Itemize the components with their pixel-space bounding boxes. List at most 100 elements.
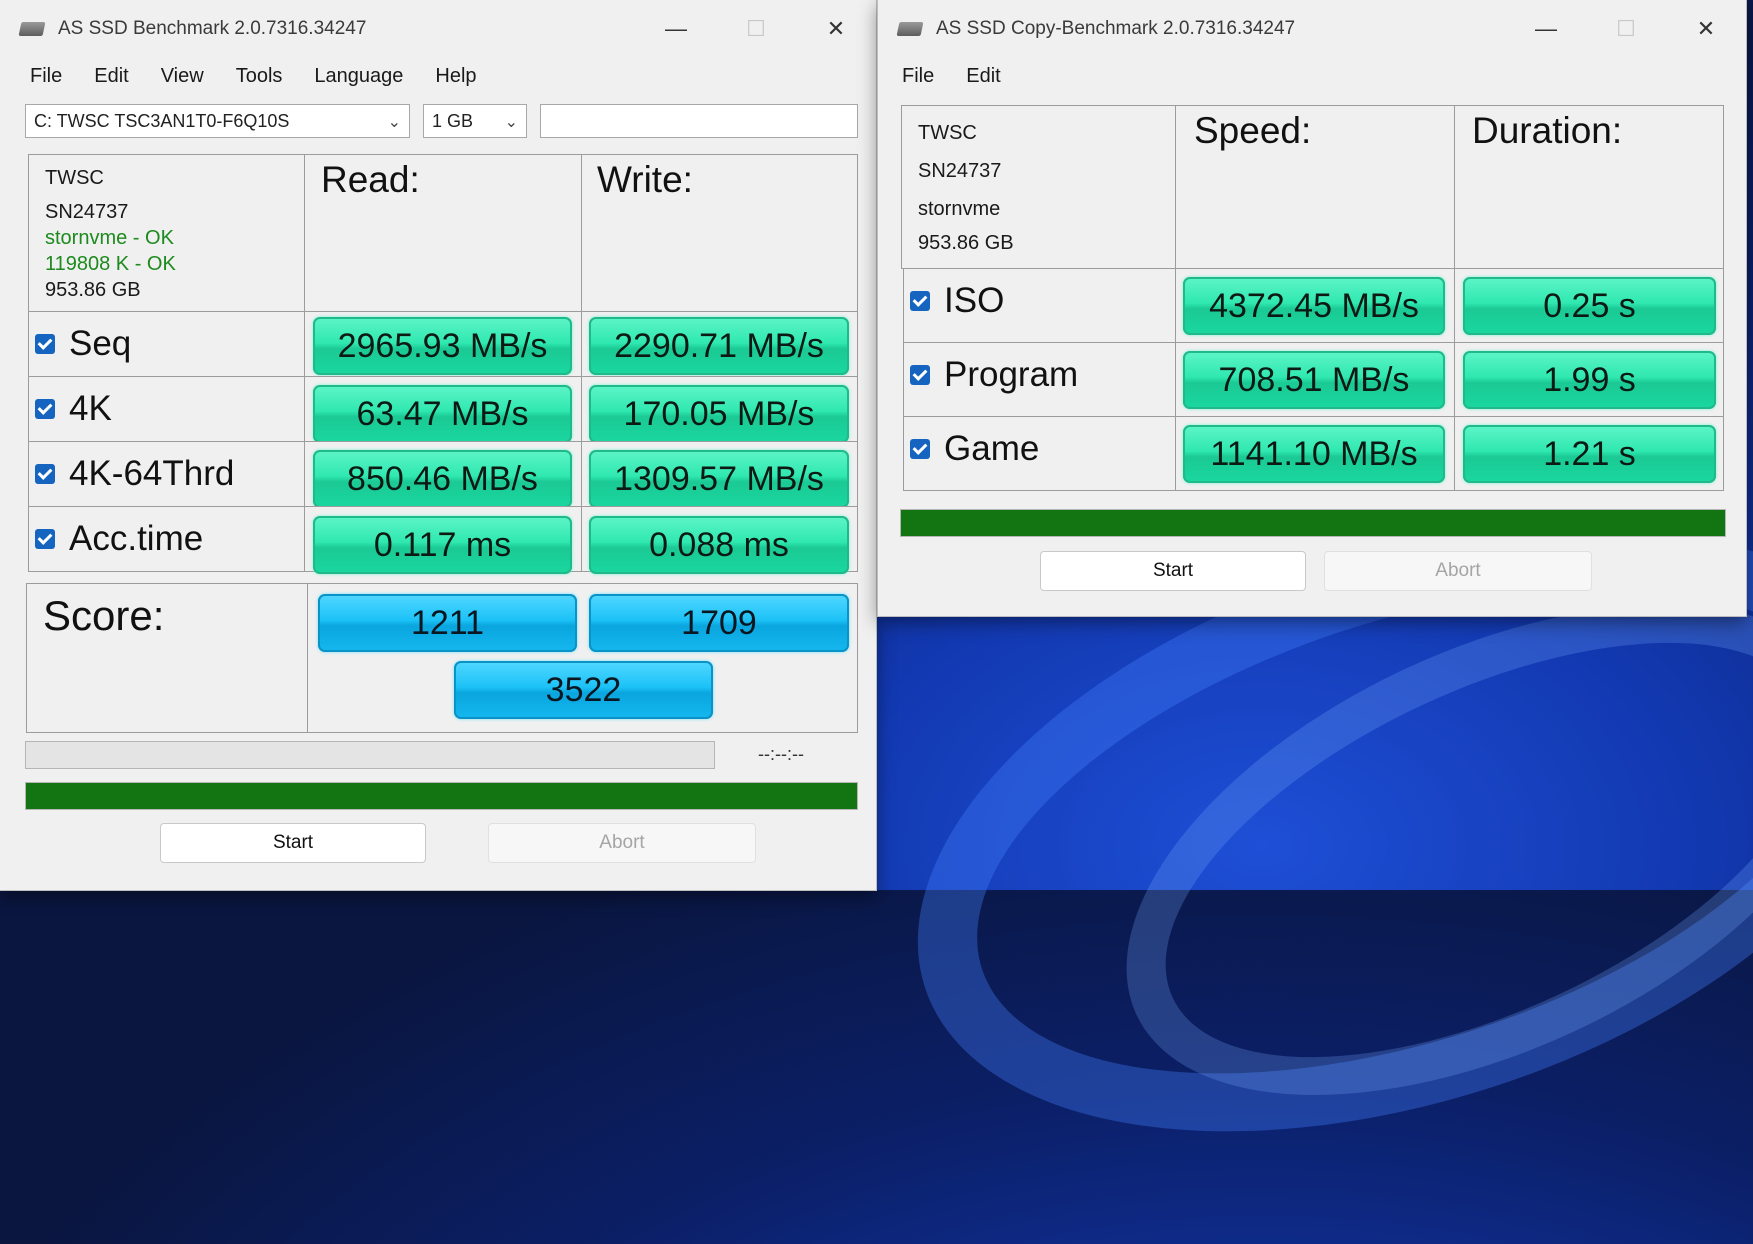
abort-button[interactable]: Abort bbox=[488, 823, 756, 863]
window-title: AS SSD Copy-Benchmark 2.0.7316.34247 bbox=[936, 18, 1296, 39]
game-speed-value: 1141.10 MB/s bbox=[1183, 425, 1445, 483]
menu-tools[interactable]: Tools bbox=[220, 65, 299, 88]
read-header-cell: Read: bbox=[304, 154, 582, 312]
drive-capacity: 953.86 GB bbox=[918, 232, 1014, 254]
row-label: Program bbox=[944, 355, 1079, 394]
row-label: Seq bbox=[69, 324, 132, 363]
copy-progress-bar bbox=[900, 509, 1726, 537]
copy-progress-fill bbox=[901, 510, 1725, 536]
alignment-status: 119808 K - OK bbox=[45, 253, 176, 275]
total-progress-fill bbox=[26, 783, 857, 809]
seq-checkbox[interactable] bbox=[35, 334, 55, 354]
read-header: Read: bbox=[321, 159, 420, 200]
menu-language[interactable]: Language bbox=[298, 65, 419, 88]
write-score: 1709 bbox=[589, 594, 849, 652]
write-header: Write: bbox=[597, 159, 693, 200]
maximize-button[interactable]: ☐ bbox=[1586, 0, 1666, 58]
drive-serial: SN24737 bbox=[918, 160, 1002, 182]
driver-status: stornvme - OK bbox=[45, 227, 174, 249]
start-button[interactable]: Start bbox=[160, 823, 426, 863]
drive-select-value: C: TWSC TSC3AN1T0-F6Q10S bbox=[34, 110, 290, 131]
menu-bar: File Edit bbox=[878, 58, 1746, 94]
total-score: 3522 bbox=[454, 661, 713, 719]
menu-view[interactable]: View bbox=[145, 65, 220, 88]
menu-file[interactable]: File bbox=[0, 65, 78, 88]
write-header-cell: Write: bbox=[581, 154, 858, 312]
size-select-value: 1 GB bbox=[432, 110, 474, 131]
row-label-cell: Acc.time bbox=[28, 506, 305, 572]
score-label-cell: Score: bbox=[26, 583, 308, 733]
game-checkbox[interactable] bbox=[910, 439, 930, 459]
close-button[interactable]: ✕ bbox=[796, 0, 876, 58]
start-button[interactable]: Start bbox=[1040, 551, 1306, 591]
row-label: Acc.time bbox=[69, 519, 204, 558]
iso-checkbox[interactable] bbox=[910, 291, 930, 311]
size-select[interactable]: 1 GB ⌄ bbox=[423, 104, 527, 138]
drive-info-cell: TWSC SN24737 stornvme 953.86 GB bbox=[901, 105, 1176, 269]
iso-duration-value: 0.25 s bbox=[1463, 277, 1716, 335]
copy-benchmark-window: AS SSD Copy-Benchmark 2.0.7316.34247 — ☐… bbox=[878, 0, 1746, 616]
row-label-cell: Program bbox=[903, 342, 1176, 417]
duration-header: Duration: bbox=[1472, 110, 1623, 151]
speed-header: Speed: bbox=[1194, 110, 1312, 151]
4k64-checkbox[interactable] bbox=[35, 464, 55, 484]
benchmark-window: AS SSD Benchmark 2.0.7316.34247 — ☐ ✕ Fi… bbox=[0, 0, 876, 890]
row-label: 4K-64Thrd bbox=[69, 454, 235, 493]
drive-info-cell: TWSC SN24737 stornvme - OK 119808 K - OK… bbox=[28, 154, 305, 312]
menu-bar: File Edit View Tools Language Help bbox=[0, 58, 876, 94]
seq-write-value: 2290.71 MB/s bbox=[589, 317, 849, 375]
drive-select[interactable]: C: TWSC TSC3AN1T0-F6Q10S ⌄ bbox=[25, 104, 410, 138]
status-textbox[interactable] bbox=[540, 104, 858, 138]
maximize-button[interactable]: ☐ bbox=[716, 0, 796, 58]
chevron-down-icon: ⌄ bbox=[504, 114, 518, 131]
minimize-button[interactable]: — bbox=[636, 0, 716, 58]
row-label: Game bbox=[944, 429, 1040, 468]
drive-model: TWSC bbox=[918, 122, 977, 144]
game-duration-value: 1.21 s bbox=[1463, 425, 1716, 483]
elapsed-time: --:--:-- bbox=[758, 744, 804, 764]
menu-file[interactable]: File bbox=[878, 65, 950, 88]
title-bar[interactable]: AS SSD Copy-Benchmark 2.0.7316.34247 — ☐… bbox=[878, 0, 1746, 58]
program-checkbox[interactable] bbox=[910, 365, 930, 385]
drive-model: TWSC bbox=[45, 167, 104, 189]
4k64-read-value: 850.46 MB/s bbox=[313, 450, 572, 508]
duration-header-cell: Duration: bbox=[1454, 105, 1724, 269]
menu-edit[interactable]: Edit bbox=[950, 65, 1016, 88]
program-speed-value: 708.51 MB/s bbox=[1183, 351, 1445, 409]
chevron-down-icon: ⌄ bbox=[387, 114, 401, 131]
menu-help[interactable]: Help bbox=[419, 65, 492, 88]
drive-icon bbox=[20, 20, 46, 38]
score-header: Score: bbox=[43, 592, 165, 639]
program-duration-value: 1.99 s bbox=[1463, 351, 1716, 409]
row-label-cell: 4K-64Thrd bbox=[28, 441, 305, 507]
seq-read-value: 2965.93 MB/s bbox=[313, 317, 572, 375]
abort-button[interactable]: Abort bbox=[1324, 551, 1592, 591]
speed-header-cell: Speed: bbox=[1175, 105, 1455, 269]
drive-icon bbox=[898, 20, 924, 38]
drive-serial: SN24737 bbox=[45, 201, 129, 223]
drive-capacity: 953.86 GB bbox=[45, 279, 141, 301]
close-button[interactable]: ✕ bbox=[1666, 0, 1746, 58]
total-progress-bar bbox=[25, 782, 858, 810]
iso-speed-value: 4372.45 MB/s bbox=[1183, 277, 1445, 335]
row-label-cell: Seq bbox=[28, 311, 305, 377]
window-title: AS SSD Benchmark 2.0.7316.34247 bbox=[58, 18, 367, 39]
acctime-read-value: 0.117 ms bbox=[313, 516, 572, 574]
4k-read-value: 63.47 MB/s bbox=[313, 385, 572, 443]
minimize-button[interactable]: — bbox=[1506, 0, 1586, 58]
row-label: ISO bbox=[944, 281, 1005, 320]
4k64-write-value: 1309.57 MB/s bbox=[589, 450, 849, 508]
driver-name: stornvme bbox=[918, 198, 1001, 220]
row-label-cell: Game bbox=[903, 416, 1176, 491]
test-progress-bar bbox=[25, 741, 715, 769]
row-label-cell: 4K bbox=[28, 376, 305, 442]
4k-write-value: 170.05 MB/s bbox=[589, 385, 849, 443]
4k-checkbox[interactable] bbox=[35, 399, 55, 419]
row-label-cell: ISO bbox=[903, 268, 1176, 343]
title-bar[interactable]: AS SSD Benchmark 2.0.7316.34247 — ☐ ✕ bbox=[0, 0, 876, 58]
acctime-checkbox[interactable] bbox=[35, 529, 55, 549]
read-score: 1211 bbox=[318, 594, 577, 652]
acctime-write-value: 0.088 ms bbox=[589, 516, 849, 574]
row-label: 4K bbox=[69, 389, 112, 428]
menu-edit[interactable]: Edit bbox=[78, 65, 144, 88]
